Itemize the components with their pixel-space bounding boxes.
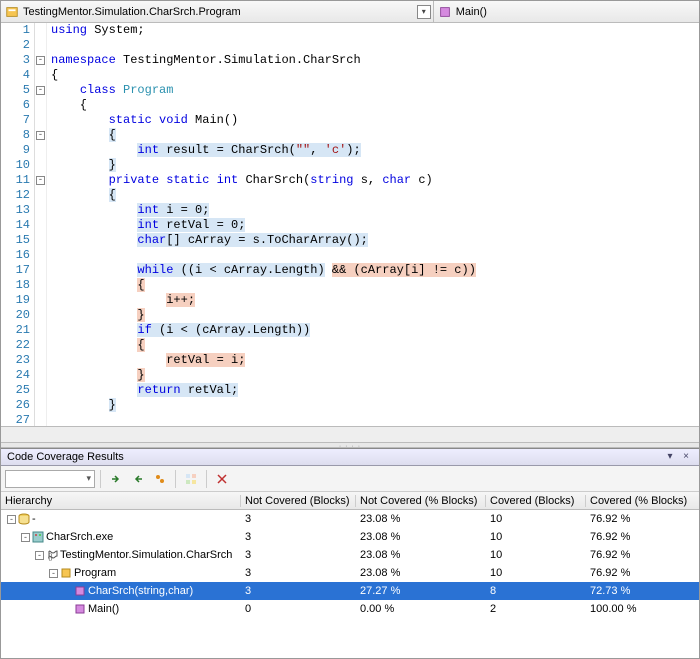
- svg-text:{}: {}: [48, 554, 53, 561]
- cell-nc: 3: [241, 567, 356, 579]
- panel-title-text: Code Coverage Results: [7, 451, 124, 463]
- col-covered-pct[interactable]: Covered (% Blocks): [586, 495, 699, 507]
- panel-toolbar: [1, 466, 699, 492]
- row-label: TestingMentor.Simulation.CharSrch: [60, 549, 232, 561]
- show-colors-button[interactable]: [181, 469, 201, 489]
- member-dropdown[interactable]: Main(): [434, 5, 699, 19]
- remove-button[interactable]: [212, 469, 232, 489]
- row-label: -: [32, 513, 36, 525]
- expand-toggle[interactable]: -: [7, 515, 16, 524]
- panel-titlebar[interactable]: Code Coverage Results ▾ ×: [1, 449, 699, 466]
- cell-ncp: 23.08 %: [356, 549, 486, 561]
- cell-c: 8: [486, 585, 586, 597]
- fold-column[interactable]: - - - -: [35, 23, 47, 426]
- cell-cp: 72.73 %: [586, 585, 699, 597]
- cell-cp: 76.92 %: [586, 567, 699, 579]
- import-icon: [110, 473, 122, 485]
- cell-cp: 100.00 %: [586, 603, 699, 615]
- cell-ncp: 23.08 %: [356, 513, 486, 525]
- table-row[interactable]: Main() 00.00 %2100.00 %: [1, 600, 699, 618]
- cell-c: 10: [486, 549, 586, 561]
- row-label: Program: [74, 567, 116, 579]
- import-button[interactable]: [106, 469, 126, 489]
- close-icon[interactable]: ×: [679, 451, 693, 463]
- cell-cp: 76.92 %: [586, 513, 699, 525]
- export-button[interactable]: [128, 469, 148, 489]
- row-label: Main(): [88, 603, 119, 615]
- cell-ncp: 23.08 %: [356, 531, 486, 543]
- cell-ncp: 0.00 %: [356, 603, 486, 615]
- expand-toggle[interactable]: -: [21, 533, 30, 542]
- table-row[interactable]: - CharSrch.exe 323.08 %1076.92 %: [1, 528, 699, 546]
- code-editor[interactable]: 1234567891011121314151617181920212223242…: [1, 23, 699, 426]
- fold-toggle[interactable]: -: [36, 56, 45, 65]
- merge-icon: [154, 473, 166, 485]
- col-notcovered-blocks[interactable]: Not Covered (Blocks): [241, 495, 356, 507]
- line-number-gutter: 1234567891011121314151617181920212223242…: [1, 23, 35, 426]
- horizontal-scrollbar[interactable]: [1, 426, 699, 442]
- cell-nc: 3: [241, 549, 356, 561]
- coverage-panel: Code Coverage Results ▾ × Hierarchy Not …: [1, 448, 699, 658]
- fold-toggle[interactable]: -: [36, 176, 45, 185]
- method-icon: [438, 5, 452, 19]
- palette-icon: [185, 473, 197, 485]
- col-covered-blocks[interactable]: Covered (Blocks): [486, 495, 586, 507]
- code-pane[interactable]: using System; namespace TestingMentor.Si…: [47, 23, 699, 426]
- expand-toggle[interactable]: -: [49, 569, 58, 578]
- nav-bar: TestingMentor.Simulation.CharSrch.Progra…: [1, 1, 699, 23]
- cell-c: 10: [486, 567, 586, 579]
- fold-toggle[interactable]: -: [36, 131, 45, 140]
- col-hierarchy[interactable]: Hierarchy: [1, 495, 241, 507]
- class-dropdown[interactable]: TestingMentor.Simulation.CharSrch.Progra…: [1, 1, 434, 22]
- table-row[interactable]: -{} TestingMentor.Simulation.CharSrch 323.…: [1, 546, 699, 564]
- expand-toggle[interactable]: -: [35, 551, 44, 560]
- export-icon: [132, 473, 144, 485]
- cell-nc: 0: [241, 603, 356, 615]
- table-row[interactable]: - Program 323.08 %1076.92 %: [1, 564, 699, 582]
- table-row[interactable]: - - 323.08 %1076.92 %: [1, 510, 699, 528]
- chevron-down-icon[interactable]: ▾: [417, 5, 431, 19]
- row-label: CharSrch.exe: [46, 531, 113, 543]
- results-dropdown[interactable]: [5, 470, 95, 488]
- cell-ncp: 27.27 %: [356, 585, 486, 597]
- cell-nc: 3: [241, 513, 356, 525]
- col-notcovered-pct[interactable]: Not Covered (% Blocks): [356, 495, 486, 507]
- cell-c: 10: [486, 531, 586, 543]
- delete-icon: [216, 473, 228, 485]
- cell-nc: 3: [241, 585, 356, 597]
- window-position-icon[interactable]: ▾: [663, 451, 677, 463]
- cell-nc: 3: [241, 531, 356, 543]
- row-label: CharSrch(string,char): [88, 585, 193, 597]
- class-path: TestingMentor.Simulation.CharSrch.Progra…: [23, 6, 241, 18]
- fold-toggle[interactable]: -: [36, 86, 45, 95]
- cell-cp: 76.92 %: [586, 549, 699, 561]
- cell-cp: 76.92 %: [586, 531, 699, 543]
- table-row[interactable]: CharSrch(string,char) 327.27 %872.73 %: [1, 582, 699, 600]
- merge-button[interactable]: [150, 469, 170, 489]
- member-name: Main(): [456, 6, 487, 18]
- coverage-table[interactable]: Hierarchy Not Covered (Blocks) Not Cover…: [1, 492, 699, 658]
- cell-c: 2: [486, 603, 586, 615]
- class-icon: [5, 5, 19, 19]
- cell-c: 10: [486, 513, 586, 525]
- cell-ncp: 23.08 %: [356, 567, 486, 579]
- table-header[interactable]: Hierarchy Not Covered (Blocks) Not Cover…: [1, 492, 699, 510]
